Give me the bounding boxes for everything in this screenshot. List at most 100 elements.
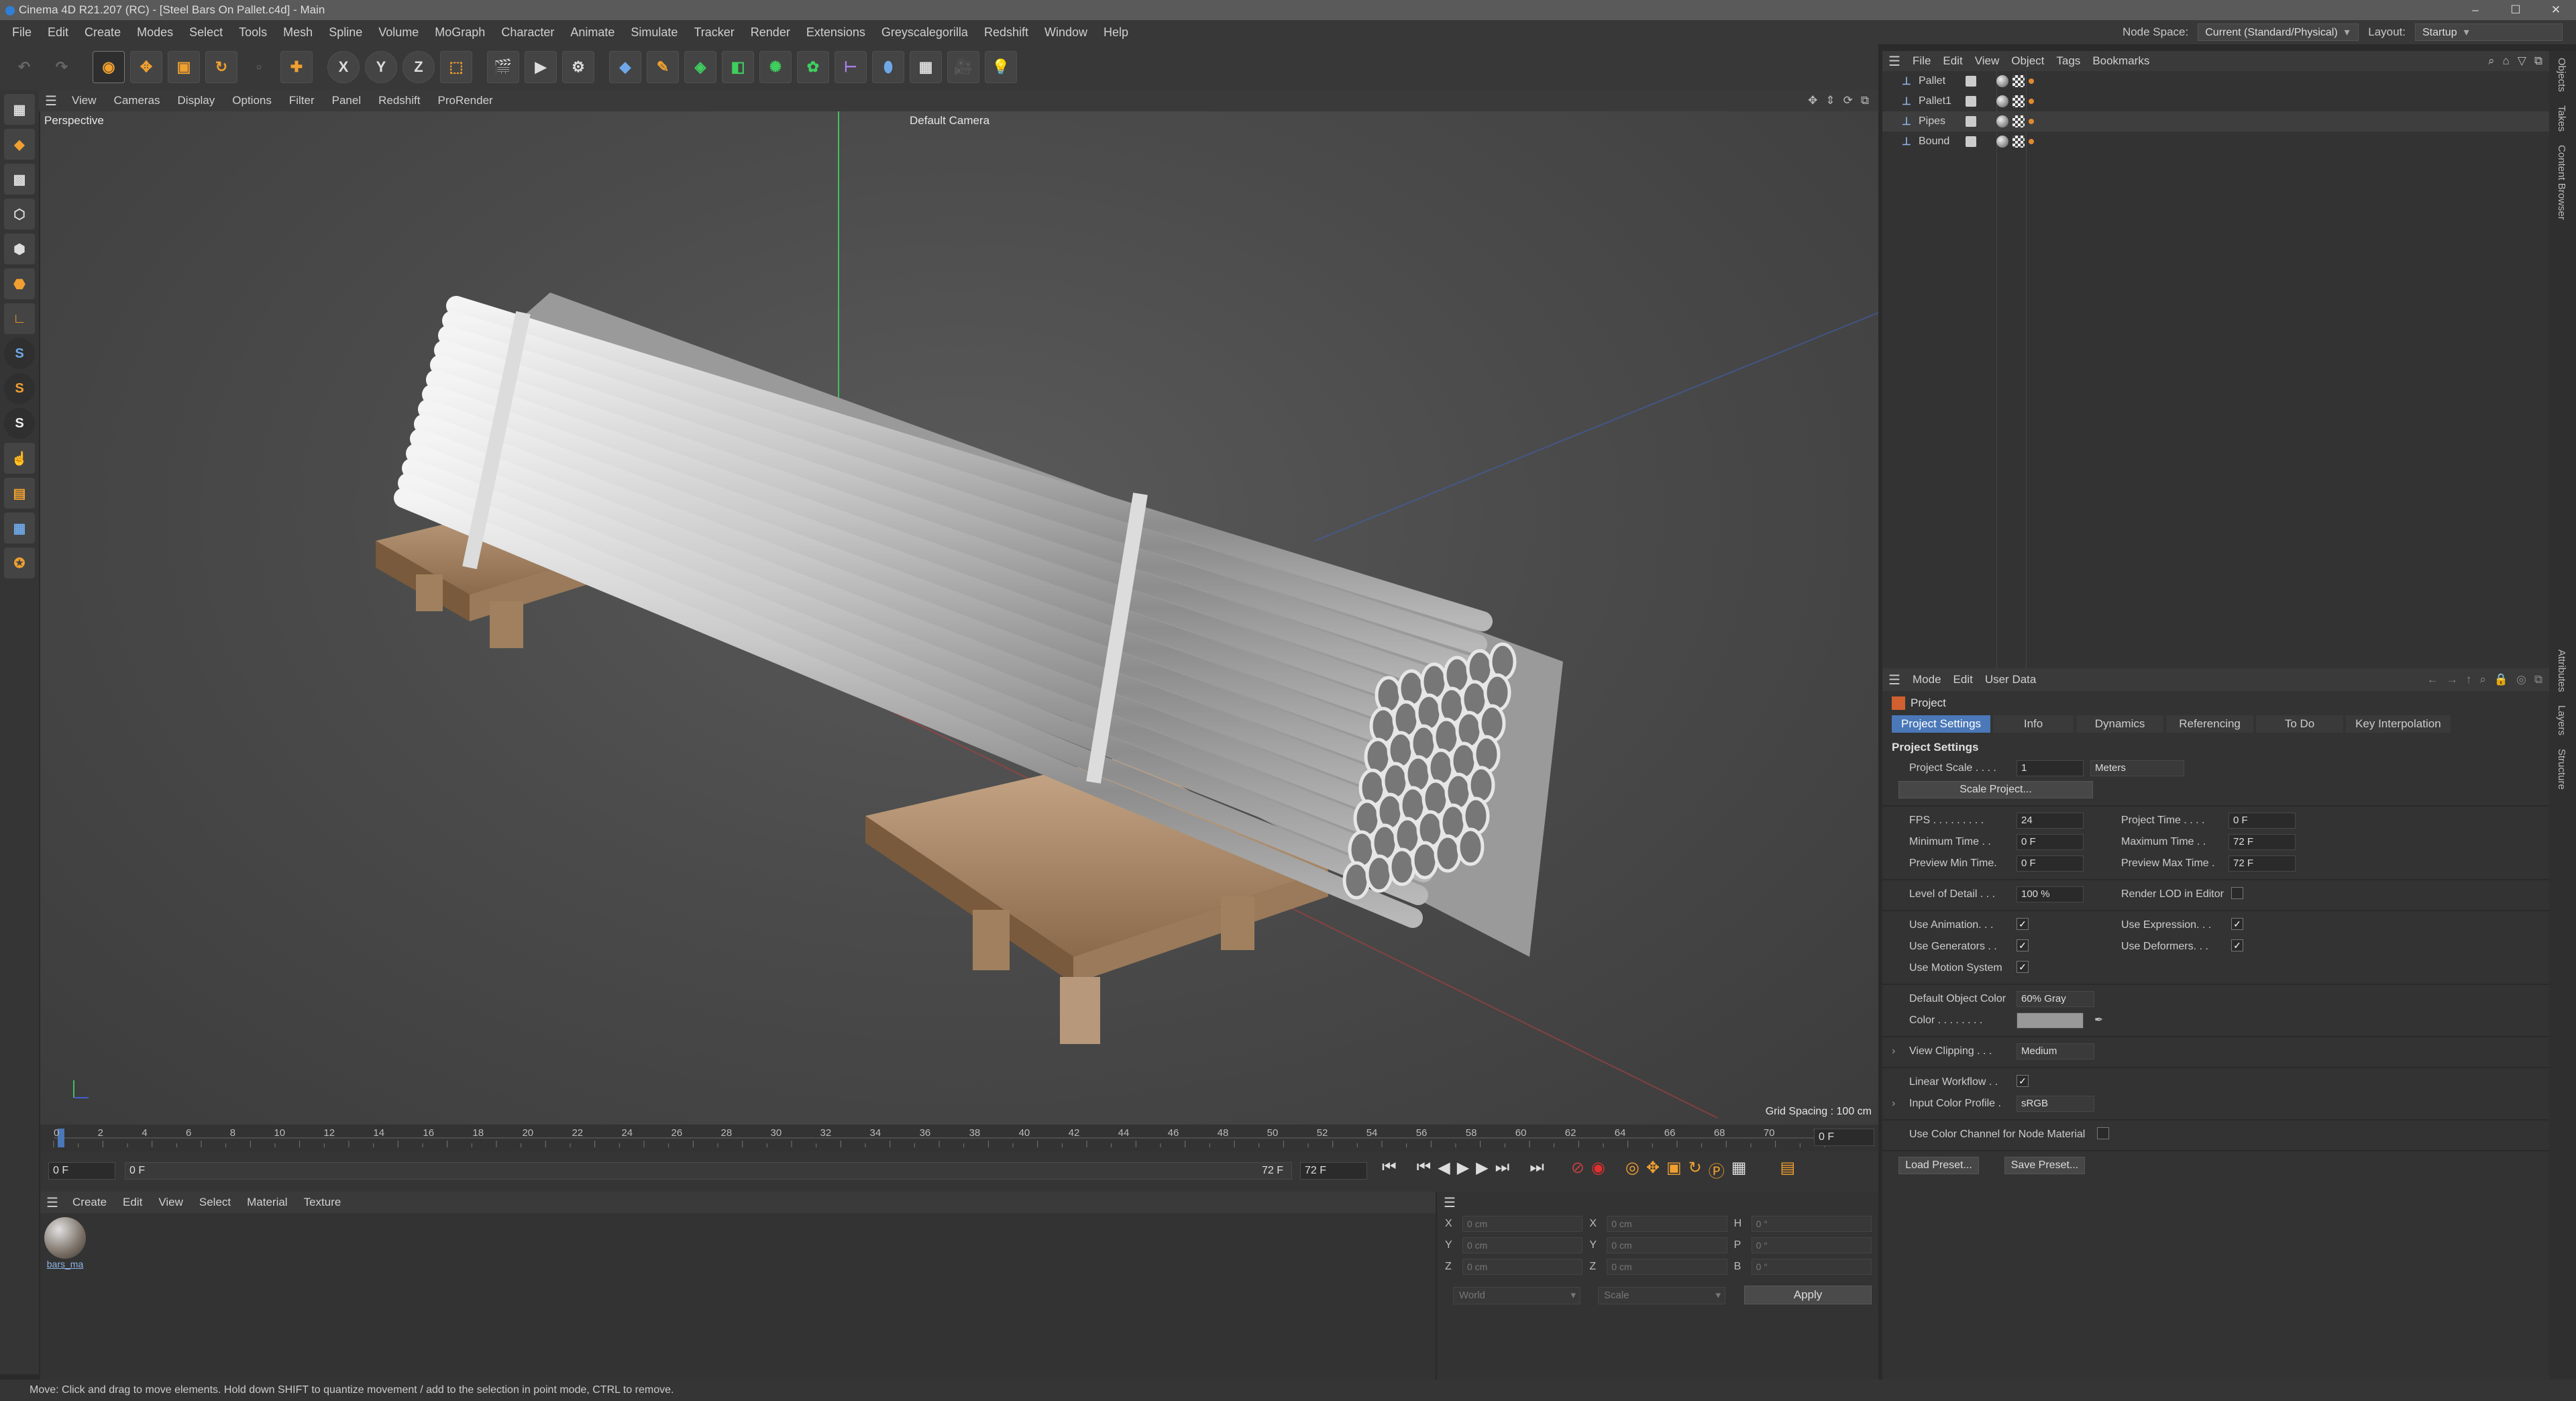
object-row[interactable]: ⊥ Pipes <box>1882 111 2549 132</box>
object-hamburger-icon[interactable]: ☰ <box>1882 53 1907 70</box>
viewport-menu-panel[interactable]: Panel <box>323 94 370 107</box>
close-icon[interactable]: ✕ <box>2536 0 2576 20</box>
locked-workplane-icon[interactable]: ✪ <box>4 548 35 578</box>
material-tag-icon[interactable] <box>1996 75 2008 87</box>
z-axis-lock-button[interactable]: Z <box>402 51 435 83</box>
record-active-icon[interactable]: ⊘ <box>1571 1158 1585 1182</box>
rotation-p-field[interactable]: 0 ° <box>1751 1237 1872 1253</box>
size-x-field[interactable]: 0 cm <box>1607 1216 1727 1232</box>
move-icon[interactable]: ✥ <box>130 51 162 83</box>
save-preset-button[interactable]: Save Preset... <box>2004 1157 2085 1174</box>
next-frame-icon[interactable]: ▶ <box>1476 1158 1488 1182</box>
expand-arrow-icon[interactable]: › <box>1892 1045 1895 1057</box>
visibility-toggle[interactable] <box>1966 136 1976 147</box>
next-key-icon[interactable]: ⏭ <box>1495 1158 1510 1182</box>
rotate-icon[interactable]: ↻ <box>205 51 237 83</box>
key-scale-icon[interactable]: ▣ <box>1666 1158 1682 1182</box>
visibility-toggle[interactable] <box>1966 116 1976 127</box>
home-icon[interactable]: ⌂ <box>2503 54 2510 68</box>
use-motion-system-checkbox[interactable]: ✓ <box>2017 961 2029 973</box>
size-z-field[interactable]: 0 cm <box>1607 1259 1727 1275</box>
apply-button[interactable]: Apply <box>1744 1286 1872 1304</box>
viewport-menu-redshift[interactable]: Redshift <box>370 94 429 107</box>
scale-icon[interactable]: ▣ <box>168 51 200 83</box>
current-frame-field[interactable]: 0 F <box>1814 1129 1874 1146</box>
menu-edit[interactable]: Edit <box>40 25 76 40</box>
material-menu-view[interactable]: View <box>150 1196 191 1209</box>
use-generators-checkbox[interactable]: ✓ <box>2017 939 2029 951</box>
use-animation-checkbox[interactable]: ✓ <box>2017 918 2029 930</box>
material-tag-icon[interactable] <box>1996 95 2008 107</box>
start-frame-field[interactable]: 0 F <box>48 1162 115 1180</box>
menu-mograph[interactable]: MoGraph <box>427 25 493 40</box>
pen-spline-icon[interactable]: ✎ <box>647 51 679 83</box>
project-scale-unit-dropdown[interactable]: Meters <box>2090 760 2184 776</box>
redo-icon[interactable]: ↷ <box>46 51 78 83</box>
play-icon[interactable]: ▶ <box>1457 1158 1469 1182</box>
tab-attributes[interactable]: Attributes <box>2549 643 2574 698</box>
material-swatch[interactable]: bars_ma <box>43 1217 87 1269</box>
tab-key-interpolation[interactable]: Key Interpolation <box>2346 715 2451 733</box>
coord-space-dropdown[interactable]: World ▾ <box>1453 1287 1580 1304</box>
tab-layers[interactable]: Layers <box>2549 698 2574 742</box>
extrude-icon[interactable]: ◧ <box>722 51 754 83</box>
tab-referencing[interactable]: Referencing <box>2166 715 2254 733</box>
object-menu-view[interactable]: View <box>1969 54 2006 68</box>
coord-mode-dropdown[interactable]: Scale ▾ <box>1598 1287 1725 1304</box>
end-frame-field[interactable]: 72 F <box>1300 1162 1367 1180</box>
rotation-b-field[interactable]: 0 ° <box>1751 1259 1872 1275</box>
autokey-icon[interactable]: ◉ <box>1591 1158 1605 1182</box>
menu-select[interactable]: Select <box>181 25 231 40</box>
new-window-icon[interactable]: ⧉ <box>2534 673 2542 686</box>
render-lod-checkbox[interactable] <box>2231 887 2243 899</box>
tweak-mode-icon[interactable]: ☝ <box>4 443 35 474</box>
material-tag-icon[interactable] <box>1996 136 2008 148</box>
floor-icon[interactable]: ▦ <box>910 51 942 83</box>
edges-mode-icon[interactable]: ⬢ <box>4 234 35 264</box>
expand-arrow-icon[interactable]: › <box>1892 1098 1895 1110</box>
key-param-icon[interactable]: Ⓟ <box>1709 1158 1725 1182</box>
menu-help[interactable]: Help <box>1095 25 1136 40</box>
tab-takes[interactable]: Takes <box>2549 99 2574 138</box>
tag-icon[interactable] <box>2029 119 2034 124</box>
project-scale-field[interactable]: 1 <box>2017 760 2084 776</box>
tab-content-browser[interactable]: Content Browser <box>2549 138 2574 227</box>
object-menu-bookmarks[interactable]: Bookmarks <box>2086 54 2155 68</box>
live-selection-icon[interactable]: ◉ <box>93 51 125 83</box>
load-preset-button[interactable]: Load Preset... <box>1898 1157 1979 1174</box>
field-icon[interactable]: ⬮ <box>872 51 904 83</box>
material-hamburger-icon[interactable]: ☰ <box>40 1194 64 1211</box>
workplane-icon[interactable]: ▤ <box>4 478 35 509</box>
forward-arrow-icon[interactable]: → <box>2447 673 2458 686</box>
go-to-start-icon[interactable]: ⏮ <box>1382 1158 1397 1182</box>
color-channel-checkbox[interactable] <box>2097 1127 2109 1139</box>
attribute-menu-mode[interactable]: Mode <box>1907 673 1947 686</box>
menu-greyscalegorilla[interactable]: Greyscalegorilla <box>873 25 976 40</box>
viewport-menu-filter[interactable]: Filter <box>280 94 323 107</box>
use-expression-checkbox[interactable]: ✓ <box>2231 918 2243 930</box>
use-deformers-checkbox[interactable]: ✓ <box>2231 939 2243 951</box>
make-editable-icon[interactable]: ▦ <box>4 94 35 125</box>
menu-window[interactable]: Window <box>1036 25 1095 40</box>
maximum-time-field[interactable]: 72 F <box>2229 834 2296 850</box>
light-icon[interactable]: 💡 <box>985 51 1017 83</box>
subdivision-icon[interactable]: ◈ <box>684 51 716 83</box>
key-position-icon[interactable]: ◎ <box>1625 1158 1640 1182</box>
points-mode-icon[interactable]: ⬡ <box>4 199 35 229</box>
go-to-end-icon[interactable]: ⏭ <box>1529 1158 1544 1182</box>
grid-icon[interactable]: ▦ <box>4 513 35 543</box>
filter-icon[interactable]: ▽ <box>2518 54 2526 68</box>
material-menu-texture[interactable]: Texture <box>296 1196 350 1209</box>
node-space-dropdown[interactable]: Current (Standard/Physical) <box>2198 23 2359 41</box>
visibility-toggle[interactable] <box>1966 76 1976 87</box>
menu-extensions[interactable]: Extensions <box>798 25 873 40</box>
material-menu-select[interactable]: Select <box>191 1196 239 1209</box>
size-y-field[interactable]: 0 cm <box>1607 1237 1727 1253</box>
texture-tag-icon[interactable] <box>2012 95 2025 107</box>
tab-to-do[interactable]: To Do <box>2256 715 2344 733</box>
texture-tag-icon[interactable] <box>2012 115 2025 127</box>
mograph-icon[interactable]: ✿ <box>797 51 829 83</box>
model-mode-icon[interactable]: ◆ <box>4 129 35 160</box>
menu-volume[interactable]: Volume <box>370 25 427 40</box>
object-row[interactable]: ⊥ Bound <box>1882 132 2549 152</box>
